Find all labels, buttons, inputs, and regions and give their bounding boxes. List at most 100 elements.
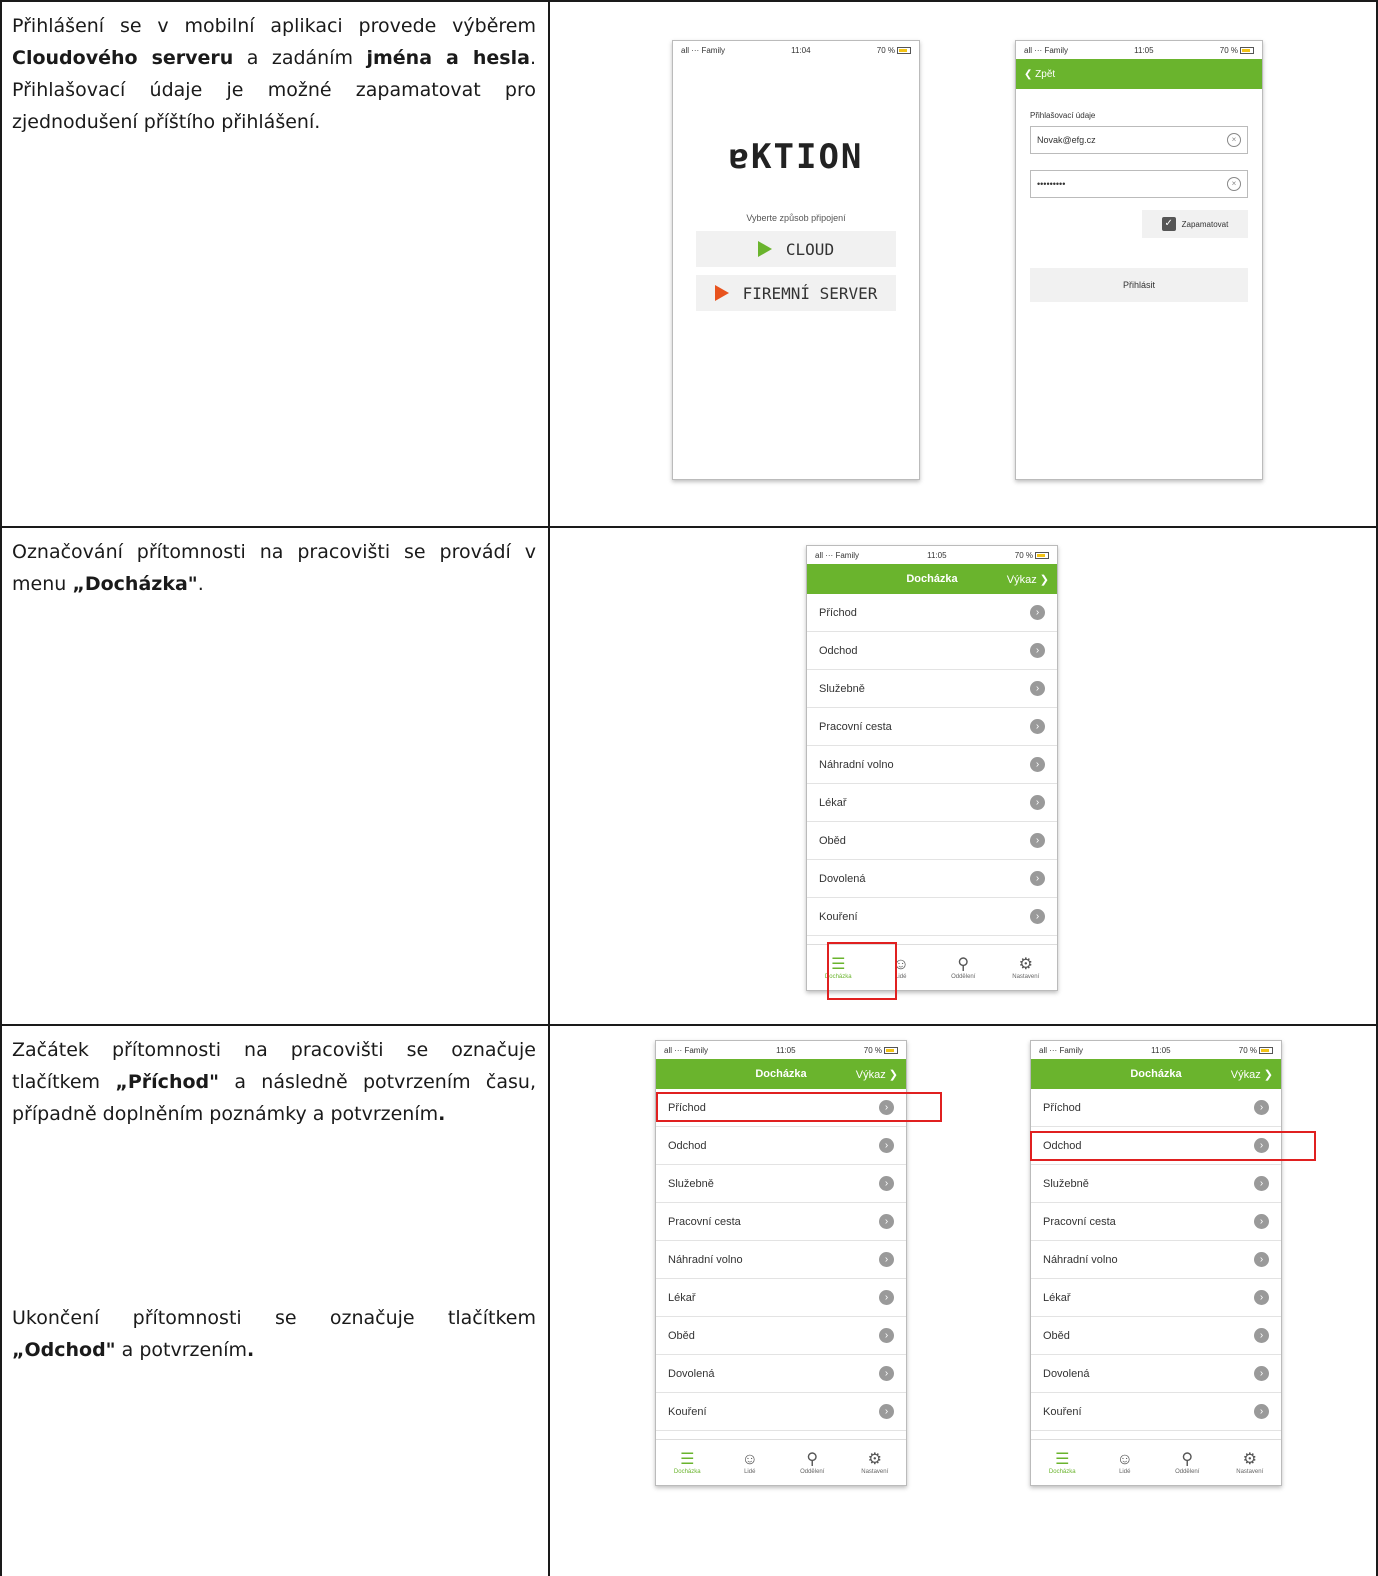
- connection-prompt: Vyberte způsob připojení: [746, 213, 846, 223]
- chevron-right-icon: ›: [1030, 681, 1045, 696]
- menu-item[interactable]: Pracovní cesta ›: [807, 708, 1057, 746]
- menu-item-label: Pracovní cesta: [819, 720, 892, 733]
- menu-item[interactable]: Lékař ›: [807, 784, 1057, 822]
- battery-label: 70 %: [1014, 550, 1033, 560]
- chevron-right-icon: ›: [1030, 871, 1045, 886]
- tab-0[interactable]: ☰ Docházka: [656, 1440, 719, 1485]
- menu-item[interactable]: Služebně ›: [656, 1165, 906, 1203]
- menu-item[interactable]: Příchod ›: [1031, 1089, 1281, 1127]
- report-label: Výkaz: [855, 1068, 886, 1081]
- clear-icon[interactable]: ×: [1227, 177, 1241, 191]
- menu-item[interactable]: Lékař ›: [1031, 1279, 1281, 1317]
- report-button[interactable]: Výkaz ❯: [1231, 1068, 1273, 1081]
- battery: 70 %: [1239, 1046, 1273, 1055]
- tab-3[interactable]: ⚙ Nastavení: [995, 945, 1058, 990]
- table-border: [0, 0, 1378, 2]
- nav-bar: ❮ Zpět: [1016, 59, 1262, 89]
- checkmark-icon: ✓: [1161, 217, 1176, 231]
- menu-item[interactable]: Kouření ›: [1031, 1393, 1281, 1431]
- menu-item-label: Oběd: [1043, 1329, 1070, 1342]
- highlight-box: [1030, 1131, 1316, 1161]
- tab-1[interactable]: ☺ Lidé: [1094, 1440, 1157, 1485]
- aktion-logo: ɐKTION: [728, 137, 864, 177]
- chevron-right-icon: ›: [879, 1290, 894, 1305]
- menu-item[interactable]: Kouření ›: [656, 1393, 906, 1431]
- login-button[interactable]: Přihlásit: [1030, 268, 1248, 302]
- menu-item-label: Příchod: [819, 606, 857, 619]
- row3-text-b: Ukončení přítomnosti se označuje tlačítk…: [12, 1302, 536, 1366]
- menu-item[interactable]: Odchod ›: [807, 632, 1057, 670]
- status-bar: all ··· Family 11:05 70 %: [1031, 1041, 1281, 1059]
- menu-item-label: Dovolená: [1043, 1367, 1090, 1380]
- menu-item[interactable]: Příchod ›: [807, 594, 1057, 632]
- clock: 11:05: [1151, 1045, 1171, 1055]
- username-field[interactable]: Novak@efg.cz ×: [1030, 126, 1248, 154]
- menu-item[interactable]: Náhradní volno ›: [807, 746, 1057, 784]
- chevron-right-icon: ›: [1030, 909, 1045, 924]
- menu-item-label: Oběd: [819, 834, 846, 847]
- tab-0[interactable]: ☰ Docházka: [1031, 1440, 1094, 1485]
- menu-item-label: Náhradní volno: [819, 758, 894, 771]
- menu-item[interactable]: Dovolená ›: [807, 860, 1057, 898]
- menu-item-label: Služebně: [668, 1177, 714, 1190]
- company-server-button[interactable]: FIREMNÍ SERVER: [696, 275, 896, 311]
- menu-item[interactable]: Dovolená ›: [1031, 1355, 1281, 1393]
- menu-item[interactable]: Pracovní cesta ›: [656, 1203, 906, 1241]
- battery-icon: [1239, 46, 1254, 54]
- bold-text: „Docházka": [72, 573, 198, 595]
- tab-3[interactable]: ⚙ Nastavení: [844, 1440, 907, 1485]
- carrier: all ··· Family: [681, 45, 725, 55]
- menu-item[interactable]: Oběd ›: [656, 1317, 906, 1355]
- tab-1[interactable]: ☺ Lidé: [719, 1440, 782, 1485]
- menu-item[interactable]: Oběd ›: [807, 822, 1057, 860]
- tab-bar: ☰ Docházka ☺ Lidé ⚲ Oddělení ⚙ Nastavení: [1031, 1439, 1281, 1485]
- menu-item[interactable]: Pracovní cesta ›: [1031, 1203, 1281, 1241]
- gear-icon: ⚙: [1018, 955, 1033, 973]
- report-button[interactable]: Výkaz ❯: [856, 1068, 898, 1081]
- tab-label: Nastavení: [861, 1468, 889, 1475]
- phone-attendance-departure: all ··· Family 11:05 70 % Docházka Výkaz…: [1030, 1040, 1282, 1486]
- chevron-right-icon: ›: [879, 1366, 894, 1381]
- tab-2[interactable]: ⚲ Oddělení: [1156, 1440, 1219, 1485]
- username-value: Novak@efg.cz: [1037, 135, 1096, 145]
- menu-item[interactable]: Náhradní volno ›: [1031, 1241, 1281, 1279]
- chevron-right-icon: ›: [1254, 1100, 1269, 1115]
- text: Ukončení přítomnosti se označuje tlačítk…: [12, 1307, 536, 1329]
- clear-icon[interactable]: ×: [1227, 133, 1241, 147]
- report-button[interactable]: Výkaz ❯: [1007, 573, 1049, 586]
- battery-icon: [1034, 551, 1049, 559]
- play-icon: [714, 285, 729, 301]
- menu-item[interactable]: Služebně ›: [1031, 1165, 1281, 1203]
- back-label: Zpět: [1035, 68, 1056, 80]
- bold-text: .: [438, 1103, 446, 1125]
- bold-text: „Odchod": [12, 1339, 116, 1361]
- tab-2[interactable]: ⚲ Oddělení: [932, 945, 995, 990]
- password-field[interactable]: ••••••••• ×: [1030, 170, 1248, 198]
- chevron-right-icon: ›: [1030, 605, 1045, 620]
- menu-item[interactable]: Dovolená ›: [656, 1355, 906, 1393]
- text: a zadáním: [246, 47, 354, 69]
- menu-list: Příchod › Odchod › Služebně › Pracovní cesta › N…: [656, 1089, 906, 1431]
- tab-3[interactable]: ⚙ Nastavení: [1219, 1440, 1282, 1485]
- text: .: [197, 573, 204, 595]
- credentials-label: Přihlašovací údaje: [1030, 111, 1096, 120]
- menu-item-label: Lékař: [668, 1291, 696, 1304]
- text: a potvrzením: [121, 1339, 248, 1361]
- menu-item-label: Služebně: [819, 682, 865, 695]
- menu-item-label: Kouření: [819, 910, 858, 923]
- bulb-icon: ⚲: [957, 955, 970, 973]
- tab-label: Lidé: [1119, 1468, 1131, 1475]
- menu-item[interactable]: Odchod ›: [656, 1127, 906, 1165]
- menu-item[interactable]: Služebně ›: [807, 670, 1057, 708]
- battery-label: 70 %: [863, 1045, 882, 1055]
- chevron-right-icon: ›: [879, 1404, 894, 1419]
- remember-checkbox[interactable]: ✓ Zapamatovat: [1142, 210, 1248, 238]
- cloud-button[interactable]: CLOUD: [696, 231, 896, 267]
- menu-item[interactable]: Náhradní volno ›: [656, 1241, 906, 1279]
- row2-text: Označování přítomnosti na pracovišti se …: [12, 536, 536, 600]
- tab-2[interactable]: ⚲ Oddělení: [781, 1440, 844, 1485]
- menu-item[interactable]: Lékař ›: [656, 1279, 906, 1317]
- menu-item[interactable]: Oběd ›: [1031, 1317, 1281, 1355]
- menu-item[interactable]: Kouření ›: [807, 898, 1057, 936]
- back-button[interactable]: ❮ Zpět: [1024, 69, 1055, 80]
